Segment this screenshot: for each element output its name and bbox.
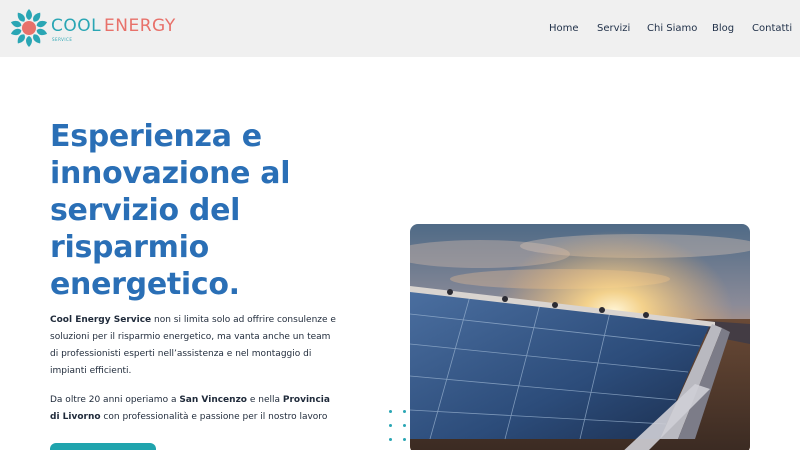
sun-logo-icon — [10, 9, 48, 47]
dot — [389, 438, 392, 441]
location-text: e nella — [247, 395, 283, 405]
headline-line: risparmio — [50, 230, 209, 265]
solar-panels-illustration — [410, 224, 750, 450]
logo-tagline: SERVICE — [52, 37, 73, 42]
headline-line: energetico. — [50, 267, 240, 302]
dot — [389, 410, 392, 413]
site-header: COOL ENERGY SERVICE Home Servizi Chi Sia… — [0, 0, 800, 57]
nav-blog[interactable]: Blog — [712, 23, 734, 34]
solar-panels-image — [410, 224, 750, 450]
headline-line: servizio del — [50, 193, 241, 228]
company-name: Cool Energy Service — [50, 315, 152, 325]
intro-paragraph: Cool Energy Service non si limita solo a… — [50, 312, 340, 380]
headline-line: Esperienza e — [50, 119, 262, 154]
location-text: Da oltre 20 anni operiamo a — [50, 395, 180, 405]
dot — [403, 410, 406, 413]
logo-word-cool: COOL — [51, 16, 102, 36]
location-text: con professionalità e passione per il no… — [100, 412, 328, 422]
nav-contatti[interactable]: Contatti — [752, 23, 792, 34]
dot — [389, 424, 392, 427]
dot — [403, 438, 406, 441]
location-town: San Vincenzo — [179, 395, 247, 405]
nav-servizi[interactable]: Servizi — [597, 23, 630, 34]
nav-home[interactable]: Home — [549, 23, 579, 34]
dot — [403, 424, 406, 427]
cta-button[interactable] — [50, 443, 156, 450]
nav-chi-siamo[interactable]: Chi Siamo — [647, 23, 697, 34]
logo-wordmark: COOL ENERGY SERVICE — [51, 8, 181, 48]
location-paragraph: Da oltre 20 anni operiamo a San Vincenzo… — [50, 392, 340, 426]
hero-headline: Esperienza e innovazione al servizio del… — [50, 118, 350, 303]
headline-line: innovazione al — [50, 156, 291, 191]
logo-word-energy: ENERGY — [104, 16, 176, 36]
logo[interactable]: COOL ENERGY SERVICE — [9, 8, 181, 48]
